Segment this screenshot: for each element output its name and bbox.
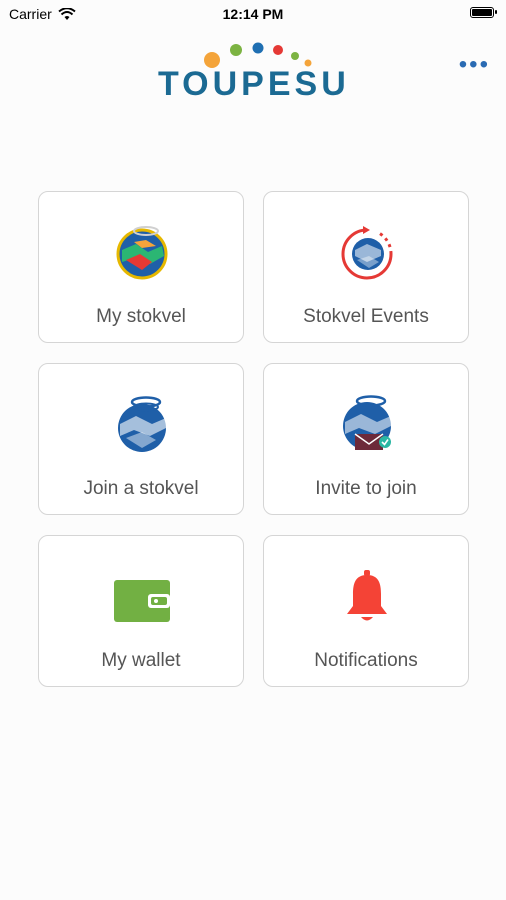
more-options-button[interactable]: ••• (459, 53, 490, 77)
tile-invite-to-join[interactable]: Invite to join (263, 363, 469, 515)
tile-label: My wallet (101, 650, 181, 671)
tile-join-stokvel[interactable]: Join a stokvel (38, 363, 244, 515)
wallet-icon (114, 580, 170, 622)
tile-label: Notifications (314, 650, 418, 671)
tile-label: Join a stokvel (83, 478, 199, 499)
globe-icon (116, 226, 168, 280)
invite-globe-icon (343, 395, 391, 450)
tile-label: Invite to join (315, 478, 417, 499)
app-header: TOUPESU ••• (0, 30, 506, 110)
join-globe-icon (118, 396, 166, 452)
tile-my-wallet[interactable]: My wallet (38, 535, 244, 687)
tile-label: Stokvel Events (303, 306, 429, 327)
tile-stokvel-events[interactable]: Stokvel Events (263, 191, 469, 343)
events-globe-icon (341, 226, 393, 280)
tile-label: My stokvel (96, 306, 186, 327)
logo-text: TOUPESU (158, 65, 350, 103)
battery-icon (470, 7, 497, 18)
status-bar: Carrier 12:14 PM (0, 0, 506, 28)
tile-notifications[interactable]: Notifications (263, 535, 469, 687)
bell-icon (347, 570, 387, 621)
status-time: 12:14 PM (222, 6, 284, 22)
app-logo: TOUPESU (158, 38, 352, 104)
tile-my-stokvel[interactable]: My stokvel (38, 191, 244, 343)
